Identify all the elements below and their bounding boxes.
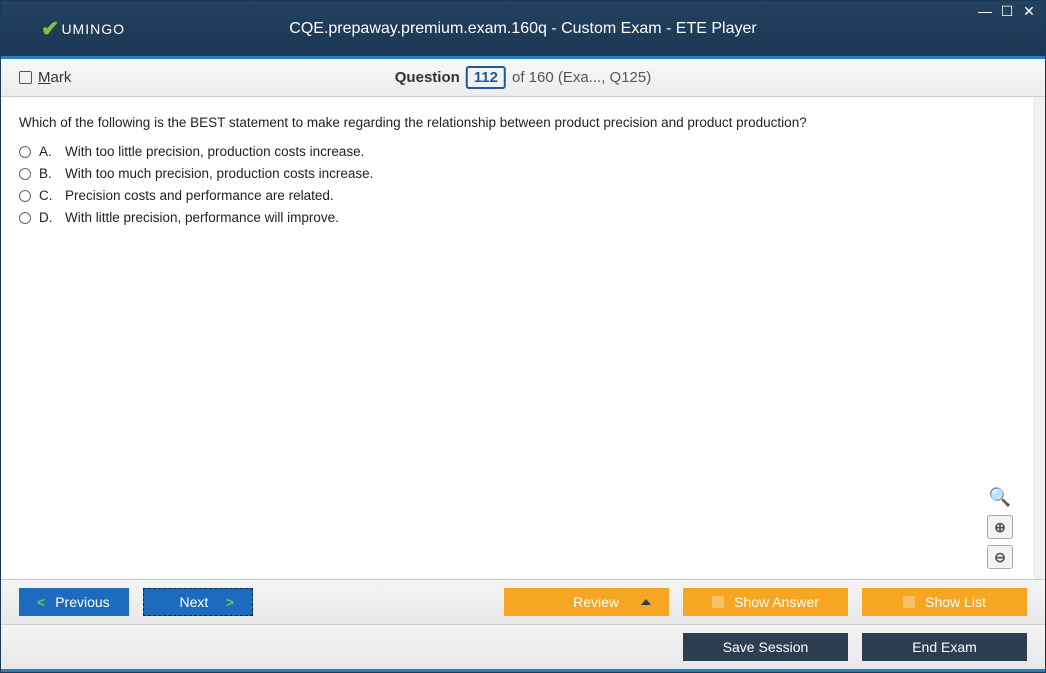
- option-letter: D.: [39, 210, 57, 225]
- mark-checkbox[interactable]: [19, 71, 32, 84]
- options-list: A. With too little precision, production…: [19, 144, 1015, 225]
- option-letter: A.: [39, 144, 57, 159]
- title-bar: ✔ UMINGO CQE.prepaway.premium.exam.160q …: [1, 1, 1045, 59]
- navigation-bar: < Previous Next > Review Show Answer Sho…: [1, 579, 1045, 624]
- search-icon[interactable]: 🔍: [987, 485, 1013, 509]
- maximize-icon[interactable]: ☐: [999, 3, 1015, 20]
- review-button[interactable]: Review: [504, 588, 669, 616]
- radio-c[interactable]: [19, 190, 31, 202]
- minimize-icon[interactable]: —: [977, 3, 993, 20]
- next-label: Next: [180, 594, 209, 610]
- window-title: CQE.prepaway.premium.exam.160q - Custom …: [289, 20, 756, 38]
- option-text: Precision costs and performance are rela…: [65, 188, 334, 203]
- option-c[interactable]: C. Precision costs and performance are r…: [19, 188, 1015, 203]
- question-bar: Mark Question 112 of 160 (Exa..., Q125): [1, 59, 1045, 97]
- bottom-bar: Save Session End Exam: [1, 624, 1045, 672]
- logo-checkmark-icon: ✔: [41, 16, 59, 42]
- zoom-in-button[interactable]: ⊕: [987, 515, 1013, 539]
- show-answer-button[interactable]: Show Answer: [683, 588, 848, 616]
- show-answer-label: Show Answer: [734, 594, 819, 610]
- question-text: Which of the following is the BEST state…: [19, 115, 1015, 130]
- option-a[interactable]: A. With too little precision, production…: [19, 144, 1015, 159]
- list-icon: [903, 596, 915, 608]
- radio-d[interactable]: [19, 212, 31, 224]
- show-list-button[interactable]: Show List: [862, 588, 1027, 616]
- option-b[interactable]: B. With too much precision, production c…: [19, 166, 1015, 181]
- question-number: 112: [466, 66, 506, 89]
- zoom-out-button[interactable]: ⊖: [987, 545, 1013, 569]
- previous-button[interactable]: < Previous: [19, 588, 129, 616]
- option-d[interactable]: D. With little precision, performance wi…: [19, 210, 1015, 225]
- option-letter: C.: [39, 188, 57, 203]
- end-exam-button[interactable]: End Exam: [862, 633, 1027, 661]
- review-label: Review: [573, 594, 619, 610]
- radio-a[interactable]: [19, 146, 31, 158]
- app-logo: ✔ UMINGO: [41, 16, 125, 42]
- bookmark-icon: [712, 596, 724, 608]
- question-label: Question: [395, 69, 460, 86]
- save-session-button[interactable]: Save Session: [683, 633, 848, 661]
- question-content: Which of the following is the BEST state…: [1, 97, 1045, 579]
- chevron-left-icon: <: [37, 594, 45, 610]
- close-icon[interactable]: ✕: [1021, 3, 1037, 20]
- option-text: With too little precision, production co…: [65, 144, 364, 159]
- show-list-label: Show List: [925, 594, 986, 610]
- radio-b[interactable]: [19, 168, 31, 180]
- option-letter: B.: [39, 166, 57, 181]
- previous-label: Previous: [55, 594, 109, 610]
- end-exam-label: End Exam: [912, 639, 977, 655]
- option-text: With little precision, performance will …: [65, 210, 339, 225]
- save-session-label: Save Session: [723, 639, 809, 655]
- chevron-right-icon: >: [226, 594, 234, 610]
- chevron-up-icon: [641, 599, 651, 605]
- option-text: With too much precision, production cost…: [65, 166, 373, 181]
- question-of-text: of 160 (Exa..., Q125): [512, 69, 651, 86]
- next-button[interactable]: Next >: [143, 588, 253, 616]
- mark-label[interactable]: Mark: [38, 69, 71, 86]
- logo-text: UMINGO: [61, 21, 125, 37]
